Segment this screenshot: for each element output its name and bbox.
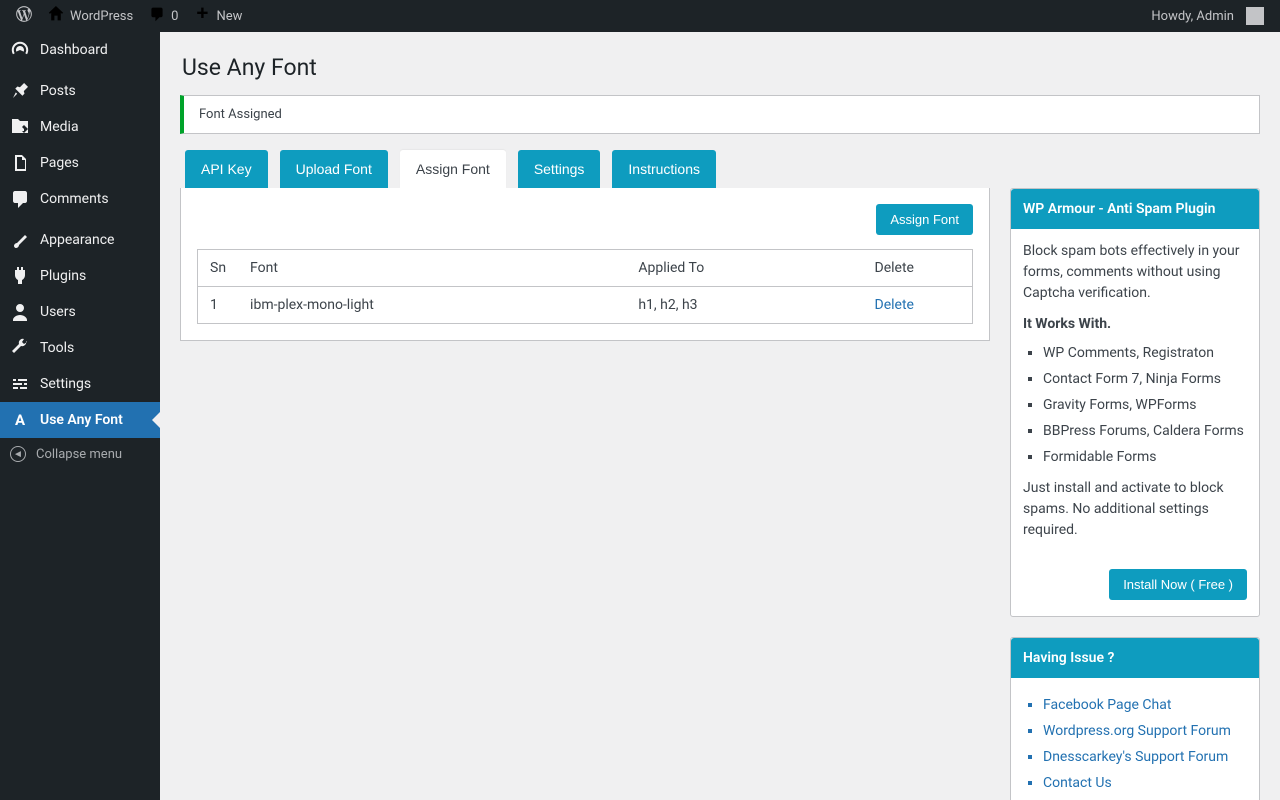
support-link[interactable]: Facebook Page Chat (1043, 695, 1247, 716)
sidebar-item-comments[interactable]: Comments (0, 181, 160, 217)
font-icon: A (10, 410, 30, 430)
adminbar-wp-logo[interactable] (8, 0, 40, 32)
tab-settings[interactable]: Settings (518, 150, 601, 188)
list-item: Gravity Forms, WPForms (1043, 395, 1247, 416)
home-icon (48, 6, 64, 26)
collapse-icon: ◄ (10, 446, 26, 462)
list-item: BBPress Forums, Caldera Forms (1043, 421, 1247, 442)
sidebar-item-settings[interactable]: Settings (0, 366, 160, 402)
promo-intro: Block spam bots effectively in your form… (1023, 241, 1247, 304)
sidebar-item-label: Users (40, 304, 76, 320)
media-icon (10, 117, 30, 137)
comment-icon (149, 6, 165, 26)
promo-card: WP Armour - Anti Spam Plugin Block spam … (1010, 188, 1260, 617)
tab-assign-font[interactable]: Assign Font (400, 150, 506, 188)
wrench-icon (10, 338, 30, 358)
adminbar-site-label: WordPress (70, 9, 133, 24)
admin-bar: WordPress 0 New Howdy, Admin (0, 0, 1280, 32)
promo-outro: Just install and activate to block spams… (1023, 478, 1247, 541)
comment-icon (10, 189, 30, 209)
list-item: WP Comments, Registraton (1043, 343, 1247, 364)
plus-icon (194, 6, 210, 26)
adminbar-site-name[interactable]: WordPress (40, 0, 141, 32)
sidebar-item-label: Posts (40, 83, 76, 99)
sidebar-item-posts[interactable]: Posts (0, 73, 160, 109)
adminbar-account[interactable]: Howdy, Admin (1143, 0, 1272, 32)
adminbar-howdy: Howdy, Admin (1151, 9, 1234, 24)
main-content: Use Any Font Font Assigned API Key Uploa… (160, 32, 1280, 800)
list-item: Contact Form 7, Ninja Forms (1043, 369, 1247, 390)
cell-sn: 1 (198, 287, 239, 324)
issue-card: Having Issue ? Facebook Page Chat Wordpr… (1010, 637, 1260, 800)
assign-font-panel: Assign Font Sn Font Applied To Delete 1 … (180, 188, 990, 341)
assign-font-button[interactable]: Assign Font (876, 204, 973, 235)
plug-icon (10, 266, 30, 286)
sidebar-item-label: Use Any Font (40, 412, 123, 428)
sidebar-collapse[interactable]: ◄ Collapse menu (0, 438, 160, 470)
tab-api-key[interactable]: API Key (185, 150, 268, 188)
th-font: Font (238, 250, 626, 287)
support-link[interactable]: Wordpress.org Support Forum (1043, 721, 1247, 742)
success-notice: Font Assigned (180, 95, 1260, 134)
adminbar-comments[interactable]: 0 (141, 0, 186, 32)
sidebar-item-media[interactable]: Media (0, 109, 160, 145)
adminbar-new[interactable]: New (186, 0, 250, 32)
install-now-button[interactable]: Install Now ( Free ) (1109, 569, 1247, 600)
brush-icon (10, 230, 30, 250)
sidebar-item-dashboard[interactable]: Dashboard (0, 32, 160, 68)
sidebar-item-label: Media (40, 119, 79, 135)
pin-icon (10, 81, 30, 101)
sidebar-item-label: Appearance (40, 232, 114, 248)
sidebar-collapse-label: Collapse menu (36, 447, 122, 462)
admin-sidebar: Dashboard Posts Media Pages Comments App… (0, 32, 160, 800)
sidebar-item-pages[interactable]: Pages (0, 145, 160, 181)
table-row: 1 ibm-plex-mono-light h1, h2, h3 Delete (198, 287, 973, 324)
support-link[interactable]: Dnesscarkey's Support Forum (1043, 747, 1247, 768)
th-applied-to: Applied To (626, 250, 862, 287)
adminbar-new-label: New (216, 9, 242, 24)
sliders-icon (10, 374, 30, 394)
delete-link[interactable]: Delete (875, 297, 914, 313)
tab-instructions[interactable]: Instructions (612, 150, 716, 188)
support-link[interactable]: Contact Us (1043, 773, 1247, 794)
pages-icon (10, 153, 30, 173)
cell-font: ibm-plex-mono-light (238, 287, 626, 324)
sidebar-item-label: Pages (40, 155, 79, 171)
sidebar-item-label: Tools (40, 340, 74, 356)
sidebar-item-plugins[interactable]: Plugins (0, 258, 160, 294)
user-icon (10, 302, 30, 322)
sidebar-item-label: Comments (40, 191, 109, 207)
sidebar-item-tools[interactable]: Tools (0, 330, 160, 366)
list-item: Formidable Forms (1043, 447, 1247, 468)
assign-font-table: Sn Font Applied To Delete 1 ibm-plex-mon… (197, 249, 973, 324)
sidebar-item-users[interactable]: Users (0, 294, 160, 330)
tab-upload-font[interactable]: Upload Font (280, 150, 388, 188)
adminbar-comments-count: 0 (171, 9, 178, 24)
dashboard-icon (10, 40, 30, 60)
sidebar-item-label: Dashboard (40, 42, 108, 58)
cell-applied-to: h1, h2, h3 (626, 287, 862, 324)
page-title: Use Any Font (182, 54, 1260, 81)
sidebar-item-appearance[interactable]: Appearance (0, 222, 160, 258)
th-sn: Sn (198, 250, 239, 287)
th-delete: Delete (863, 250, 973, 287)
sidebar-item-label: Settings (40, 376, 91, 392)
sidebar-item-use-any-font[interactable]: A Use Any Font (0, 402, 160, 438)
issue-card-title: Having Issue ? (1011, 638, 1259, 678)
avatar (1246, 7, 1264, 25)
promo-card-title: WP Armour - Anti Spam Plugin (1011, 189, 1259, 229)
notice-text: Font Assigned (199, 107, 282, 122)
tabs: API Key Upload Font Assign Font Settings… (185, 150, 1260, 188)
sidebar-item-label: Plugins (40, 268, 86, 284)
wordpress-icon (16, 6, 32, 26)
promo-works-with-label: It Works With. (1023, 314, 1247, 335)
